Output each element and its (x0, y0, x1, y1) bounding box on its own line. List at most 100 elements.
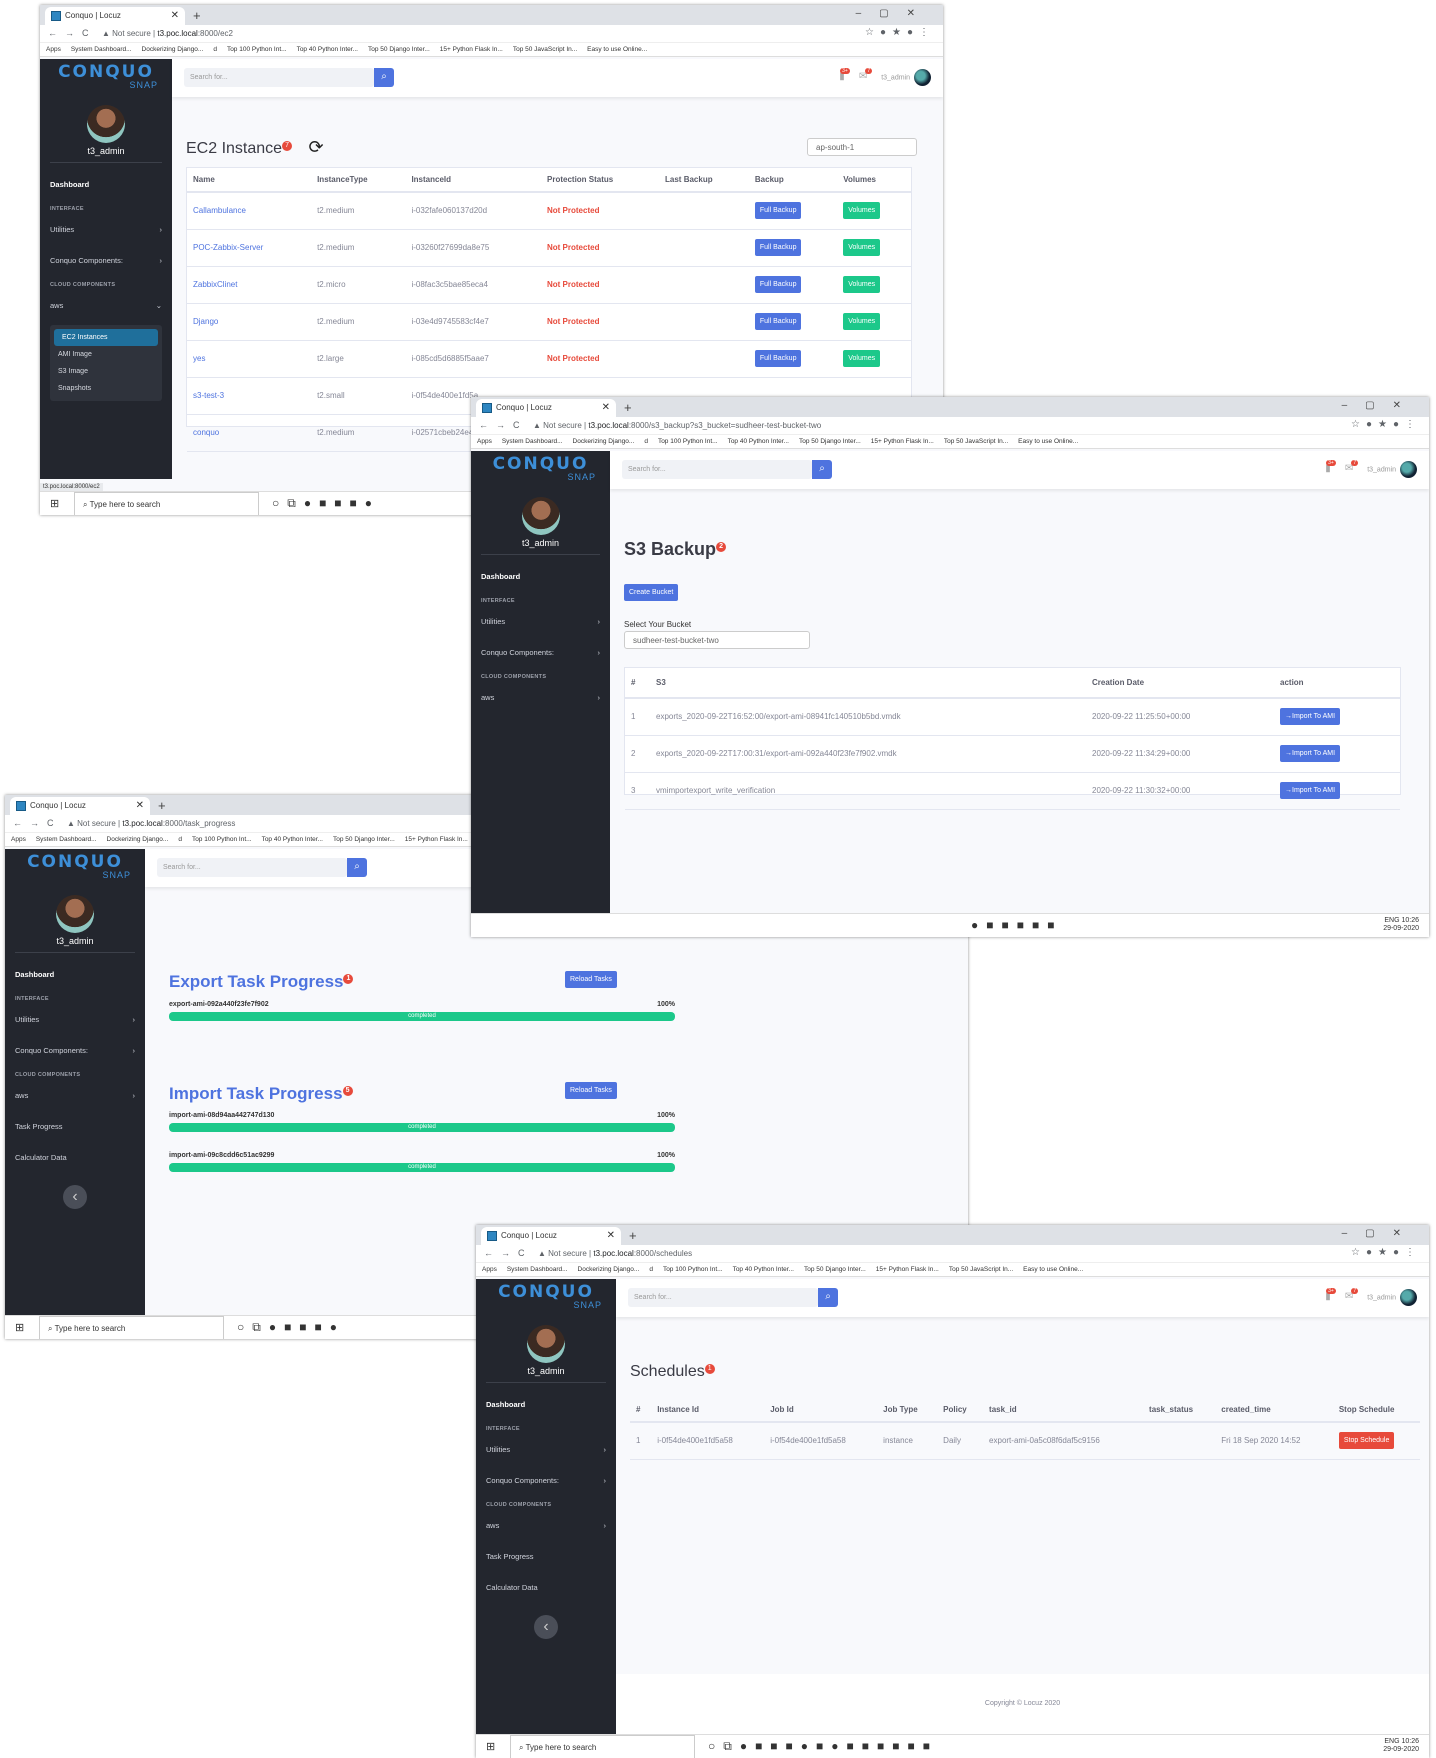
new-tab-button[interactable]: + (629, 1228, 637, 1243)
import-to-ami-button[interactable]: →Import To AMI (1280, 708, 1341, 726)
bell-icon[interactable]: ▮3+ (839, 68, 850, 82)
sidebar-item-calculator[interactable]: Calculator Data (5, 1142, 145, 1173)
sidebar-item-conquo[interactable]: Conquo Components: › (5, 1035, 145, 1066)
search-button[interactable]: ⌕ (812, 460, 832, 479)
close-tab-icon[interactable]: ✕ (171, 10, 179, 21)
logo[interactable]: CONQUO SNAP (40, 59, 172, 97)
close-tab-icon[interactable]: ✕ (602, 402, 610, 413)
bell-icon[interactable]: ▮3+ (1325, 460, 1336, 474)
taskbar-app-icons[interactable]: ○⧉●■■■● (272, 496, 380, 511)
new-tab-button[interactable]: + (158, 798, 166, 813)
sidebar-item-dashboard[interactable]: Dashboard (471, 561, 610, 592)
sidebar-item-utilities[interactable]: Utilities › (5, 1004, 145, 1035)
submenu-snapshots[interactable]: Snapshots (50, 380, 162, 397)
window-controls[interactable]: –▢✕ (1342, 400, 1419, 411)
sidebar-item-task-progress[interactable]: Task Progress (5, 1111, 145, 1142)
sidebar-item-conquo[interactable]: Conquo Components: › (476, 1465, 616, 1496)
sidebar-item-utilities[interactable]: Utilities › (476, 1434, 616, 1465)
taskbar-app-icons[interactable]: ●■■■■■ (971, 918, 1063, 932)
sidebar-item-dashboard[interactable]: Dashboard (5, 959, 145, 990)
volumes-button[interactable]: Volumes (843, 239, 881, 256)
sidebar-item-utilities[interactable]: Utilities › (471, 606, 610, 637)
full-backup-button[interactable]: Full Backup (754, 276, 802, 293)
close-tab-icon[interactable]: ✕ (136, 800, 144, 811)
avatar[interactable] (1400, 1289, 1417, 1306)
sidebar-item-dashboard[interactable]: Dashboard (40, 169, 172, 200)
search-input[interactable]: Search for... (622, 460, 812, 479)
sidebar-item-aws[interactable]: aws › (5, 1080, 145, 1111)
sidebar-item-calculator[interactable]: Calculator Data (476, 1572, 616, 1603)
new-tab-button[interactable]: + (624, 400, 632, 415)
logo[interactable]: CONQUO SNAP (471, 451, 610, 489)
windows-start-icon[interactable]: ⊞ (486, 1740, 495, 1753)
reload-tasks-button[interactable]: Reload Tasks (565, 971, 617, 988)
region-select[interactable]: ap-south-1 (807, 138, 917, 156)
create-bucket-button[interactable]: Create Bucket (624, 584, 679, 601)
reload-tasks-button[interactable]: Reload Tasks (565, 1082, 617, 1099)
address-bar[interactable]: ←→C ▲ Not secure | t3.poc.local:8000/ec2… (40, 25, 943, 43)
windows-start-icon[interactable]: ⊞ (50, 497, 59, 510)
import-to-ami-button[interactable]: →Import To AMI (1280, 782, 1341, 799)
envelope-icon[interactable]: ✉7 (1345, 1288, 1359, 1302)
stop-schedule-button[interactable]: Stop Schedule (1338, 1432, 1395, 1450)
full-backup-button[interactable]: Full Backup (754, 313, 802, 330)
volumes-button[interactable]: Volumes (843, 276, 881, 293)
submenu-ec2[interactable]: EC2 Instances (54, 329, 158, 346)
taskbar-search[interactable]: ⌕ Type here to search (39, 1316, 224, 1339)
sidebar-item-task-progress[interactable]: Task Progress (476, 1541, 616, 1572)
sidebar-item-aws[interactable]: aws › (476, 1510, 616, 1541)
windows-start-icon[interactable]: ⊞ (15, 1321, 24, 1334)
nav-arrows-icon[interactable]: ←→C (484, 1248, 533, 1258)
taskbar-search[interactable]: ⌕ Type here to search (74, 492, 259, 515)
full-backup-button[interactable]: Full Backup (754, 239, 802, 256)
address-bar[interactable]: ←→C ▲ Not secure | t3.poc.local:8000/s3_… (471, 417, 1429, 435)
sidebar-item-aws[interactable]: aws ⌄ (40, 290, 172, 321)
logo[interactable]: CONQUO SNAP (5, 849, 145, 887)
volumes-button[interactable]: Volumes (843, 202, 881, 220)
search-button[interactable]: ⌕ (818, 1288, 838, 1307)
sidebar-item-aws[interactable]: aws › (471, 682, 610, 713)
import-to-ami-button[interactable]: →Import To AMI (1280, 745, 1341, 762)
bell-icon[interactable]: ▮3+ (1325, 1288, 1336, 1302)
taskbar-search[interactable]: ⌕ Type here to search (510, 1735, 695, 1758)
logo[interactable]: CONQUO SNAP (476, 1279, 616, 1317)
volumes-button[interactable]: Volumes (843, 350, 881, 367)
nav-arrows-icon[interactable]: ←→C (13, 818, 62, 828)
window-controls[interactable]: –▢✕ (856, 8, 933, 19)
taskbar-app-icons[interactable]: ○⧉●■■■● (237, 1320, 345, 1335)
bucket-select[interactable]: sudheer-test-bucket-two (624, 631, 810, 649)
close-tab-icon[interactable]: ✕ (607, 1230, 615, 1241)
full-backup-button[interactable]: Full Backup (754, 350, 802, 367)
submenu-ami[interactable]: AMI Image (50, 346, 162, 363)
search-input[interactable]: Search for... (184, 68, 374, 87)
sidebar-item-conquo[interactable]: Conquo Components: › (40, 245, 172, 276)
search-button[interactable]: ⌕ (347, 858, 367, 877)
sidebar-toggle-button[interactable]: ‹ (534, 1615, 558, 1639)
search-input[interactable]: Search for... (628, 1288, 818, 1307)
avatar[interactable] (1400, 461, 1417, 478)
search-button[interactable]: ⌕ (374, 68, 394, 87)
envelope-icon[interactable]: ✉7 (859, 68, 873, 82)
full-backup-button[interactable]: Full Backup (754, 202, 802, 220)
sidebar-item-utilities[interactable]: Utilities › (40, 214, 172, 245)
sidebar-toggle-button[interactable]: ‹ (63, 1185, 87, 1209)
browser-tab[interactable]: Conquo | Locuz ✕ (476, 399, 616, 417)
search-input[interactable]: Search for... (157, 858, 347, 877)
new-tab-button[interactable]: + (193, 8, 201, 23)
browser-tab[interactable]: Conquo | Locuz ✕ (481, 1227, 621, 1245)
nav-arrows-icon[interactable]: ←→C (48, 28, 97, 38)
volumes-button[interactable]: Volumes (843, 313, 881, 330)
refresh-icon[interactable]: ⟳ (309, 137, 324, 157)
nav-arrows-icon[interactable]: ←→C (479, 420, 528, 430)
avatar[interactable] (914, 69, 931, 86)
taskbar-app-icons[interactable]: ○⧉●■■■●■●■■■■■■ (708, 1739, 938, 1754)
extension-icons[interactable]: ☆●★●⋮ (1351, 1247, 1421, 1258)
address-bar[interactable]: ←→C ▲ Not secure | t3.poc.local:8000/sch… (476, 1245, 1429, 1263)
extension-icons[interactable]: ☆●★●⋮ (865, 27, 935, 38)
submenu-s3[interactable]: S3 Image (50, 363, 162, 380)
browser-tab[interactable]: Conquo | Locuz ✕ (45, 7, 185, 25)
browser-tab[interactable]: Conquo | Locuz ✕ (10, 797, 150, 815)
envelope-icon[interactable]: ✉7 (1345, 460, 1359, 474)
sidebar-item-conquo[interactable]: Conquo Components: › (471, 637, 610, 668)
extension-icons[interactable]: ☆●★●⋮ (1351, 419, 1421, 430)
